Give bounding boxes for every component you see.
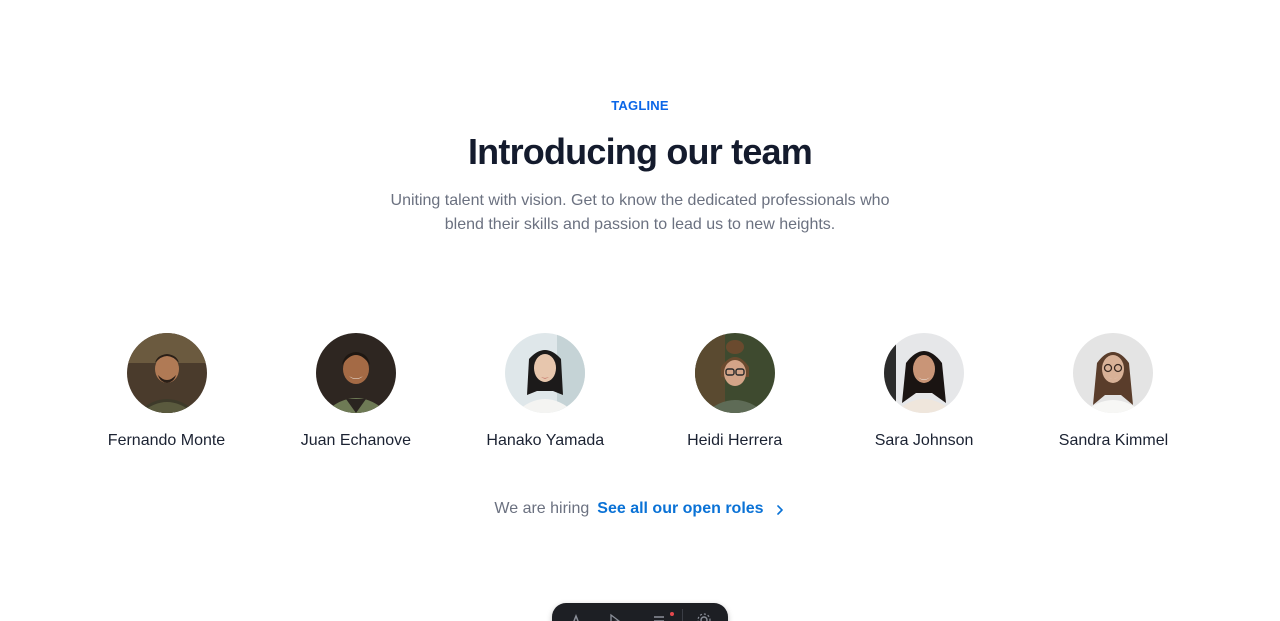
- member-name: Heidi Herrera: [687, 432, 783, 449]
- menu-icon[interactable]: [652, 613, 666, 621]
- open-roles-link[interactable]: See all our open roles: [597, 500, 785, 518]
- team-member: Sandra Kimmel: [1019, 333, 1208, 450]
- team-member: Juan Echanove: [261, 333, 450, 450]
- settings-icon[interactable]: [697, 613, 711, 621]
- team-member: Fernando Monte: [72, 333, 261, 450]
- open-roles-label: See all our open roles: [597, 500, 764, 517]
- chevron-right-icon: [774, 503, 786, 515]
- avatar: [505, 333, 586, 413]
- team-section: TAGLINE Introducing our team Uniting tal…: [0, 0, 1280, 621]
- floating-toolbar: [552, 603, 728, 621]
- member-name: Hanako Yamada: [486, 432, 605, 449]
- cursor-icon[interactable]: [608, 613, 622, 621]
- avatar: [694, 333, 775, 413]
- notification-dot: [670, 612, 674, 616]
- avatar: [1073, 333, 1154, 413]
- avatar: [126, 333, 207, 413]
- member-name: Juan Echanove: [300, 432, 412, 449]
- toolbar-divider: [682, 609, 683, 621]
- avatar: [315, 333, 396, 413]
- team-grid: Fernando Monte Juan Echanove Hanako Yama…: [72, 333, 1208, 450]
- team-member: Heidi Herrera: [640, 333, 829, 450]
- hiring-text: We are hiring: [494, 500, 590, 517]
- team-member: Sara Johnson: [830, 333, 1019, 450]
- team-member: Hanako Yamada: [451, 333, 640, 450]
- hiring-callout: We are hiring See all our open roles: [0, 500, 1280, 518]
- text-icon[interactable]: [569, 613, 583, 621]
- member-name: Fernando Monte: [107, 432, 226, 449]
- member-name: Sandra Kimmel: [1058, 432, 1169, 449]
- member-name: Sara Johnson: [874, 432, 974, 449]
- section-subtitle: Uniting talent with vision. Get to know …: [390, 192, 890, 233]
- tagline: TAGLINE: [611, 98, 669, 113]
- section-title: Introducing our team: [467, 131, 813, 172]
- avatar: [884, 333, 965, 413]
